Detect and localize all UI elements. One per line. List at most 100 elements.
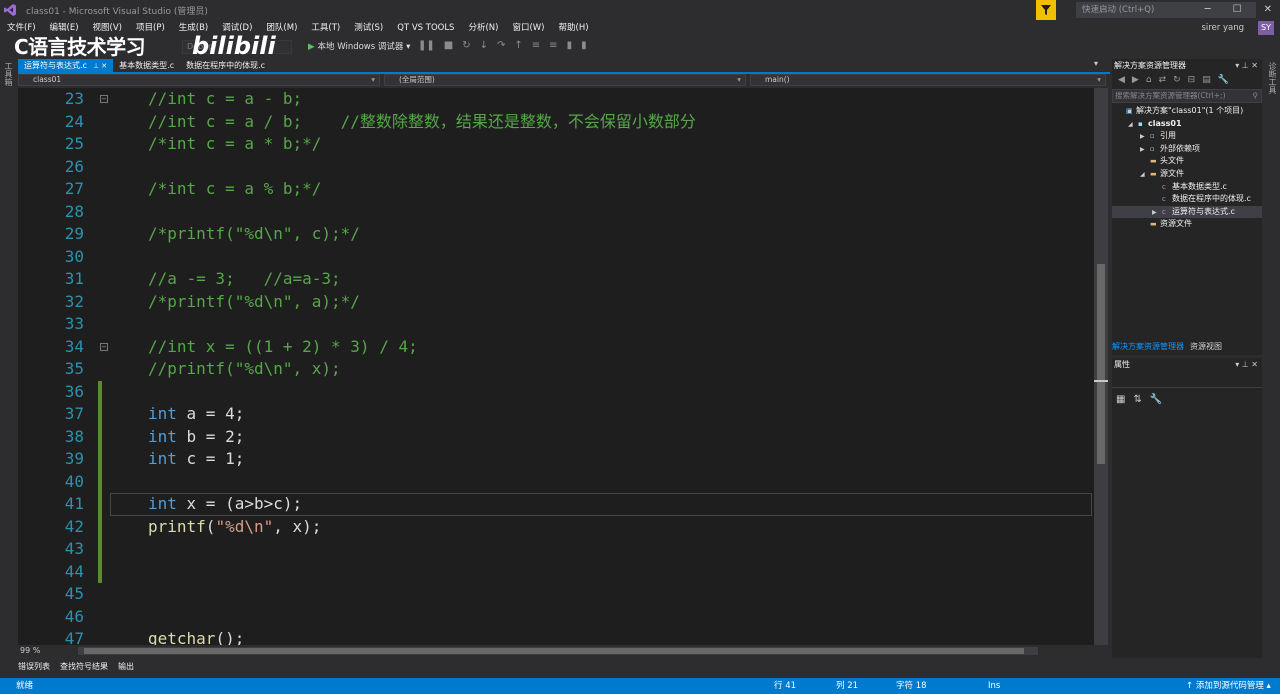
bookmark-icon[interactable]: ▮ [567, 40, 573, 51]
code-line[interactable]: 46 [18, 606, 1094, 629]
horizontal-scrollbar-thumb[interactable] [84, 648, 1024, 654]
code-line[interactable]: 38 int b = 2; [18, 426, 1094, 449]
comment-icon[interactable]: ≡ [532, 40, 540, 51]
stop-icon[interactable]: ■ [444, 40, 453, 51]
next-bookmark-icon[interactable]: ▮ [581, 40, 587, 51]
panel-tab[interactable]: 解决方案资源管理器 [1112, 340, 1184, 354]
step-into-icon[interactable]: ↓ [480, 40, 488, 51]
code-line[interactable]: 43 [18, 538, 1094, 561]
maximize-icon[interactable]: ☐ [1233, 0, 1242, 20]
code-line[interactable]: 42 printf("%d\n", x); [18, 516, 1094, 539]
menu-item[interactable]: 窗口(W) [505, 20, 551, 36]
editor-vertical-scrollbar[interactable] [1094, 88, 1108, 645]
scrollbar-thumb[interactable] [1097, 264, 1105, 464]
menu-item[interactable]: QT VS TOOLS [390, 20, 461, 36]
tree-item[interactable]: c 基本数据类型.c [1112, 181, 1262, 194]
code-line[interactable]: 37 int a = 4; [18, 403, 1094, 426]
code-editor[interactable]: − − 23//int c = a - b; 24//int c = a / b;… [18, 88, 1094, 645]
home-icon[interactable]: ⌂ [1146, 73, 1152, 87]
toolbox-tab[interactable]: 工具箱 [3, 62, 14, 86]
categorized-icon[interactable]: ▦ [1116, 394, 1125, 405]
code-line[interactable]: 40 [18, 471, 1094, 494]
uncomment-icon[interactable]: ≡ [549, 40, 557, 51]
diagnostics-tab[interactable]: 诊断工具 [1267, 62, 1278, 94]
document-tab[interactable]: 运算符与表达式.c ⊥ ✕ [18, 59, 114, 73]
property-pages-icon[interactable]: 🔧 [1150, 394, 1162, 405]
code-line[interactable]: 45 [18, 583, 1094, 606]
tab-overflow-icon[interactable]: ▾ [1094, 59, 1098, 68]
restart-icon[interactable]: ↻ [462, 40, 470, 51]
line-number: 40 [64, 471, 84, 491]
zoom-level[interactable]: 99 % [20, 645, 40, 657]
code-line[interactable]: 27 /*int c = a % b;*/ [18, 178, 1094, 201]
menu-item[interactable]: 项目(P) [129, 20, 172, 36]
code-line[interactable]: 41 int x = (a>b>c); [18, 493, 1094, 516]
code-line[interactable]: 47 getchar(); [18, 628, 1094, 645]
document-tab[interactable]: 数据在程序中的体现.c [180, 59, 271, 73]
code-line[interactable]: 31 //a -= 3; //a=a-3; [18, 268, 1094, 291]
code-line[interactable]: 24 //int c = a / b; //整数除整数，结果还是整数，不会保留小数… [18, 111, 1094, 134]
output-tab[interactable]: 查找符号结果 [60, 660, 108, 674]
document-tab[interactable]: 基本数据类型.c [113, 59, 180, 73]
step-out-icon[interactable]: ↑ [514, 40, 522, 51]
code-line[interactable]: 23 //int c = a - b; [18, 88, 1094, 111]
menu-item[interactable]: 分析(N) [461, 20, 505, 36]
menu-item[interactable]: 测试(S) [347, 20, 390, 36]
scope-dropdown[interactable]: (全局范围) ▾ [384, 74, 746, 86]
menu-item[interactable]: 工具(T) [304, 20, 347, 36]
close-tab-icon[interactable]: ⊥ ✕ [93, 62, 107, 70]
forward-icon[interactable]: ▶ [1132, 73, 1139, 87]
minimize-icon[interactable]: ─ [1205, 0, 1211, 20]
tree-item[interactable]: ▶ ▫ 外部依赖项 [1112, 143, 1262, 156]
tree-item[interactable]: ◢ ▪ class01 [1112, 118, 1262, 131]
code-line[interactable]: 29 /*printf("%d\n", c);*/ [18, 223, 1094, 246]
pin-icon[interactable]: ▾ ⊥ ✕ [1235, 59, 1258, 73]
solution-search-input[interactable]: 搜索解决方案资源管理器(Ctrl+;) ⚲ [1112, 89, 1262, 103]
source-control-button[interactable]: ↑ 添加到源代码管理 ▴ [1186, 678, 1271, 694]
output-tab[interactable]: 输出 [118, 660, 134, 674]
code-line[interactable]: 44 [18, 561, 1094, 584]
tree-item[interactable]: ▶ ▫ 引用 [1112, 130, 1262, 143]
project-dropdown[interactable]: class01 ▾ [18, 74, 380, 86]
tree-item[interactable]: ◢ ▬ 源文件 [1112, 168, 1262, 181]
tree-item[interactable]: ▬ 头文件 [1112, 155, 1262, 168]
close-icon[interactable]: ✕ [1264, 0, 1272, 20]
code-line[interactable]: 34 //int x = ((1 + 2) * 3) / 4; [18, 336, 1094, 359]
properties-object-dropdown[interactable] [1112, 374, 1262, 388]
output-tab[interactable]: 错误列表 [18, 660, 50, 674]
show-all-files-icon[interactable]: ▤ [1202, 73, 1211, 87]
pin-icon[interactable]: ▾ ⊥ ✕ [1235, 358, 1258, 372]
tree-item[interactable]: ▬ 资源文件 [1112, 218, 1262, 231]
properties-icon[interactable]: 🔧 [1218, 73, 1229, 87]
code-line[interactable]: 35 //printf("%d\n", x); [18, 358, 1094, 381]
collapse-icon[interactable]: ⊟ [1188, 73, 1196, 87]
menu-item[interactable]: 文件(F) [0, 20, 43, 36]
member-dropdown[interactable]: main() ▾ [750, 74, 1106, 86]
sync-icon[interactable]: ⇄ [1159, 73, 1167, 87]
code-line[interactable]: 39 int c = 1; [18, 448, 1094, 471]
alphabetical-icon[interactable]: ⇅ [1133, 394, 1141, 405]
tree-item[interactable]: ▣ 解决方案"class01"(1 个项目) [1112, 105, 1262, 118]
menu-item[interactable]: 帮助(H) [552, 20, 596, 36]
pause-icon[interactable]: ❚❚ [418, 40, 435, 51]
refresh-icon[interactable]: ↻ [1173, 73, 1181, 87]
panel-tab[interactable]: 资源视图 [1190, 340, 1222, 354]
start-debugging-button[interactable]: ▶ 本地 Windows 调试器 ▾ [308, 39, 410, 55]
code-line[interactable]: 28 [18, 201, 1094, 224]
tree-item[interactable]: ▶ c 运算符与表达式.c [1112, 205, 1262, 219]
back-icon[interactable]: ◀ [1118, 73, 1125, 87]
user-name[interactable]: sirer yang [1201, 20, 1244, 36]
step-over-icon[interactable]: ↷ [497, 40, 505, 51]
code-line[interactable]: 36 [18, 381, 1094, 404]
notification-filter-icon[interactable] [1036, 0, 1056, 20]
tree-item[interactable]: c 数据在程序中的体现.c [1112, 193, 1262, 206]
code-line[interactable]: 33 [18, 313, 1094, 336]
code-line[interactable]: 32 /*printf("%d\n", a);*/ [18, 291, 1094, 314]
code-line[interactable]: 30 [18, 246, 1094, 269]
code-line[interactable]: 26 [18, 156, 1094, 179]
code-line[interactable]: 25 /*int c = a * b;*/ [18, 133, 1094, 156]
menu-item[interactable]: 视图(V) [86, 20, 129, 36]
menu-item[interactable]: 编辑(E) [43, 20, 86, 36]
avatar[interactable]: SY [1258, 21, 1274, 35]
code-token: int [148, 404, 177, 423]
